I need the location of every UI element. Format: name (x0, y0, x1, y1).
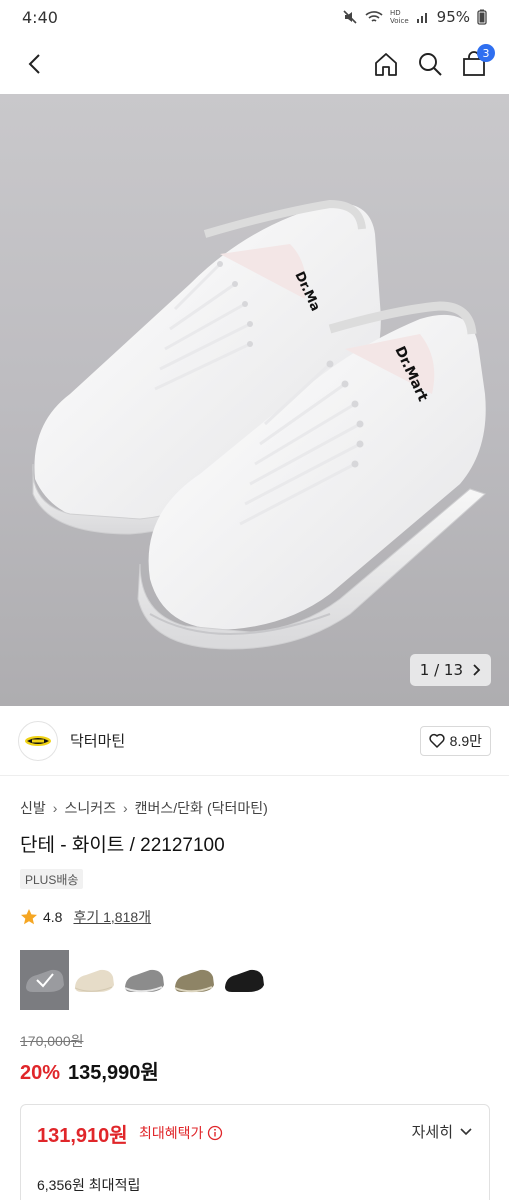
home-icon (375, 53, 397, 76)
search-icon (419, 53, 442, 76)
breadcrumb-item[interactable]: 스니커즈 (64, 798, 116, 818)
breadcrumb-item[interactable]: 캔버스/단화 (135, 798, 203, 818)
rating-value: 4.8 (43, 909, 63, 925)
color-variant-thumb[interactable] (170, 950, 219, 1010)
benefit-detail-label: 자세히 (411, 1124, 453, 1141)
battery-icon (477, 9, 487, 25)
color-variant-thumb[interactable] (70, 950, 119, 1010)
chevron-down-icon (460, 1127, 472, 1135)
cart-count-badge: 3 (477, 44, 495, 62)
voice-label: Voice (390, 17, 409, 25)
like-count: 8.9만 (449, 732, 482, 749)
back-arrow-icon (28, 54, 40, 74)
home-button[interactable] (369, 47, 403, 81)
delivery-badge: PLUS배송 (20, 869, 84, 889)
color-variant-thumb[interactable] (120, 950, 169, 1010)
sale-price: 135,990원 (68, 1062, 159, 1084)
wifi-icon (365, 11, 383, 22)
hd-voice-icon: HD Voice (390, 9, 409, 25)
cart-button[interactable]: 3 (457, 44, 495, 81)
review-link[interactable]: 후기 1,818개 (73, 907, 151, 927)
brand-name[interactable]: 닥터마틴 (70, 730, 125, 751)
rating-row: 4.8 후기 1,818개 (20, 907, 151, 927)
signal-icon (416, 13, 427, 23)
image-counter-text: 1 / 13 (419, 661, 463, 679)
chevron-right-icon (473, 664, 481, 676)
price-row: 20% 135,990원 (20, 1056, 159, 1085)
max-benefit-price: 131,910원 (37, 1125, 128, 1147)
variant-shoe-image (74, 969, 114, 992)
heart-icon (429, 733, 445, 748)
product-image-gallery[interactable]: Dr.Ma Dr.Mart 1 / 13 (0, 94, 509, 706)
info-icon[interactable] (207, 1125, 223, 1141)
mute-icon (343, 10, 357, 24)
color-variant-thumb[interactable] (220, 950, 269, 1010)
chevron-right-icon: › (52, 800, 58, 816)
max-benefit-label-text: 최대혜택가 (139, 1125, 204, 1141)
brand-logo[interactable] (18, 720, 58, 761)
like-button[interactable]: 8.9만 (419, 725, 491, 756)
image-counter[interactable]: 1 / 13 (409, 654, 491, 686)
status-bar: 4:40 HD Voice 95% (0, 0, 509, 34)
benefit-detail-button[interactable]: 자세히 (412, 1121, 473, 1142)
back-button[interactable] (18, 47, 52, 81)
chevron-right-icon: › (122, 800, 128, 816)
max-points: 6,356원 최대적립 (37, 1177, 141, 1193)
app-header: 3 (0, 34, 509, 94)
product-image: Dr.Ma Dr.Mart (32, 199, 486, 650)
breadcrumb: 신발 › 스니커즈 › 캔버스/단화 (닥터마틴) (20, 798, 268, 818)
breadcrumb-brand[interactable]: (닥터마틴) (207, 798, 268, 818)
variant-shoe-image (224, 969, 264, 992)
original-price: 170,000원 (20, 1033, 84, 1049)
variant-shoe-image (174, 969, 214, 993)
battery-percent: 95% (436, 8, 470, 26)
brand-row: 닥터마틴 8.9만 (0, 706, 509, 776)
brand-logo-icon (25, 735, 51, 746)
color-variant-thumb[interactable] (20, 950, 69, 1010)
variant-shoe-image (124, 969, 164, 993)
max-benefit-label: 최대혜택가 (139, 1123, 223, 1143)
status-time: 4:40 (22, 7, 58, 27)
benefit-box: 131,910원 최대혜택가 자세히 6,356원 최대적립 (20, 1104, 490, 1200)
selected-check-icon (20, 950, 69, 1010)
search-button[interactable] (413, 47, 447, 81)
product-title: 단테 - 화이트 / 22127100 (20, 835, 225, 856)
discount-rate: 20% (20, 1062, 61, 1084)
star-icon (21, 909, 37, 925)
color-variant-list (20, 950, 269, 1010)
status-icons: HD Voice 95% (342, 8, 487, 26)
breadcrumb-item[interactable]: 신발 (20, 798, 46, 818)
hd-label: HD (390, 9, 401, 17)
